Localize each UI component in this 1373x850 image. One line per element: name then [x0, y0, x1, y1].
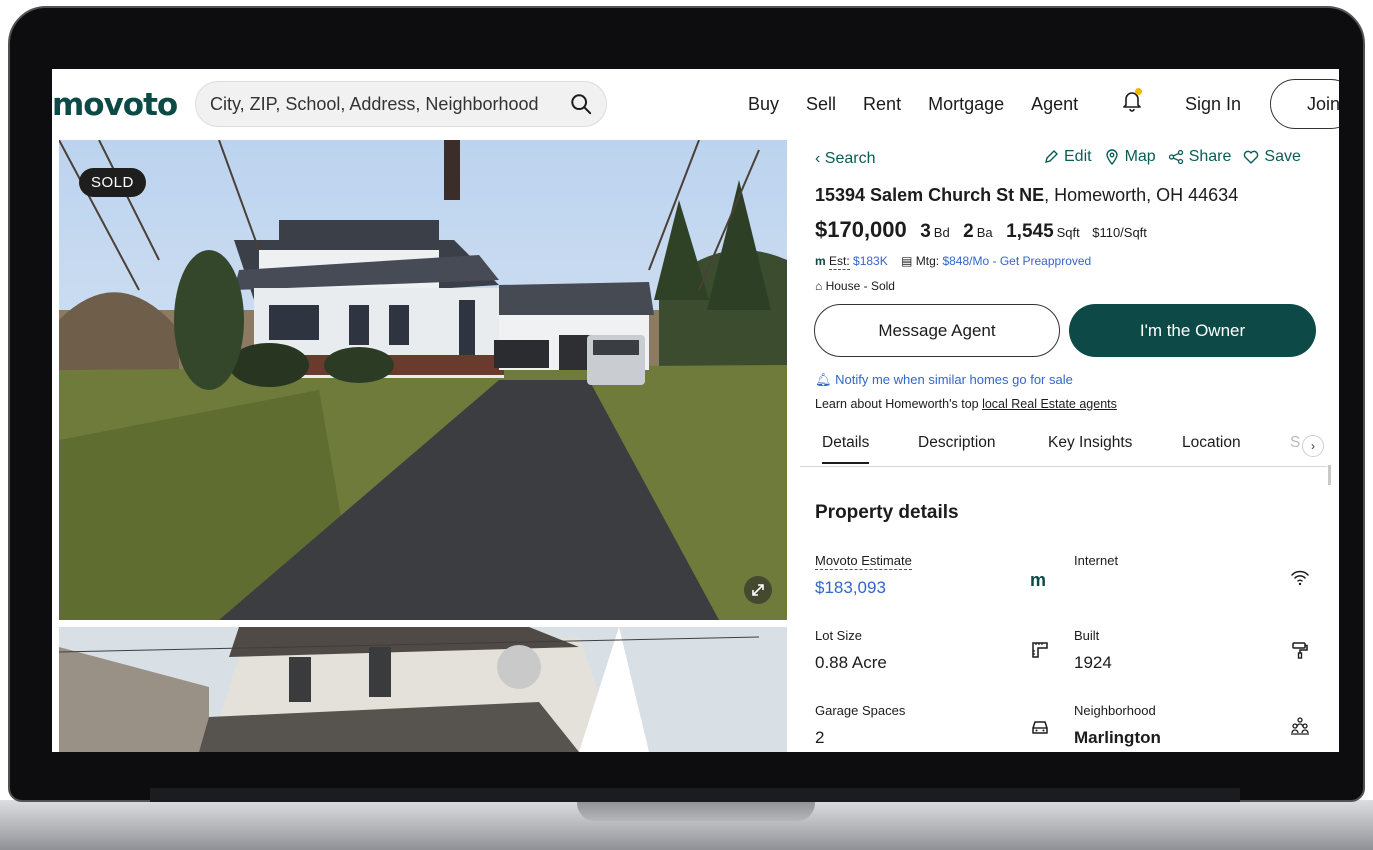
house-icon: ⌂ [815, 279, 823, 293]
movoto-estimate-label[interactable]: Movoto Estimate [815, 553, 912, 570]
main-photo[interactable]: SOLD [59, 140, 787, 620]
mtg-label: Mtg: [915, 254, 940, 268]
movoto-estimate-value: $183,093 [815, 578, 886, 597]
nav-buy[interactable]: Buy [748, 91, 779, 119]
detail-tabs: Details Description Key Insights Locatio… [800, 425, 1327, 467]
search-icon[interactable] [570, 93, 592, 115]
notify-text: Notify me when similar homes go for sale [835, 372, 1073, 387]
nav-sell[interactable]: Sell [806, 91, 836, 119]
join-button[interactable]: Join [1270, 79, 1339, 129]
listing-panel: ‹ Search Edit Map Share Save 15394 Salem… [800, 140, 1339, 752]
save-action[interactable]: Save [1243, 148, 1301, 166]
garage-spaces-value: 2 [815, 728, 825, 747]
heart-icon [1244, 150, 1259, 164]
map-label: Map [1124, 148, 1156, 165]
property-details-title: Property details [815, 502, 959, 523]
beds-unit: Bd [933, 225, 950, 240]
price-per-sqft: $110/Sqft [1092, 225, 1147, 240]
property-status: ⌂ House - Sold [815, 279, 895, 293]
laptop-hinge-notch [577, 800, 815, 821]
lot-size-value: 0.88 Acre [815, 653, 887, 672]
movoto-logo[interactable]: movoto [52, 85, 178, 125]
city-state-zip: , Homeworth, OH 44634 [1044, 185, 1239, 205]
map-action[interactable]: Map [1104, 148, 1156, 166]
movoto-m-icon: m [815, 254, 826, 268]
house-photo-image [59, 140, 787, 620]
search-box[interactable] [195, 81, 607, 127]
car-icon [1032, 721, 1048, 734]
neighborhood-value[interactable]: Marlington [1074, 728, 1161, 748]
house-photo-image-2 [59, 627, 787, 752]
street-address: 15394 Salem Church St NE [815, 185, 1045, 205]
baths-count: 2 [963, 221, 974, 242]
learn-prefix: Learn about Homeworth's top [815, 397, 983, 411]
garage-spaces-label: Garage Spaces [815, 703, 906, 718]
movoto-m-logo-icon: m [1030, 570, 1047, 590]
learn-about-agents: Learn about Homeworth's top local Real E… [815, 397, 1117, 411]
tab-key-insights[interactable]: Key Insights [1048, 434, 1132, 452]
message-agent-button[interactable]: Message Agent [814, 304, 1060, 357]
sqft-unit: Sqft [1056, 225, 1080, 240]
edit-action[interactable]: Edit [1043, 148, 1092, 166]
expand-photo-icon[interactable] [744, 576, 772, 604]
listing-price: $170,000 [815, 217, 907, 242]
lot-size-label: Lot Size [815, 628, 862, 643]
share-action[interactable]: Share [1168, 148, 1232, 166]
back-label: Search [824, 150, 876, 167]
secondary-photo[interactable] [59, 627, 787, 752]
baths-unit: Ba [976, 225, 993, 240]
status-text: House - Sold [825, 279, 895, 293]
nav-rent[interactable]: Rent [863, 91, 901, 119]
ruler-icon [1032, 642, 1048, 658]
chevron-left-icon: ‹ [815, 150, 821, 167]
site-header: movoto Buy Sell Rent Mortgage Agent Sign… [52, 69, 1339, 139]
mtg-value[interactable]: $848/Mo [942, 254, 989, 268]
scrollbar-thumb[interactable] [1328, 465, 1331, 485]
tab-location[interactable]: Location [1182, 434, 1241, 452]
back-to-search-link[interactable]: ‹ Search [815, 150, 875, 168]
community-icon [1291, 717, 1309, 735]
bell-outline-icon: 🔔︎ [815, 372, 832, 387]
calculator-icon: ▤ [901, 254, 913, 268]
share-icon [1168, 149, 1183, 165]
estimate-row: m Est: $183K ▤ Mtg: $848/Mo - Get Preapp… [815, 254, 1091, 270]
sqft-count: 1,545 [1006, 221, 1054, 242]
internet-label: Internet [1074, 553, 1119, 568]
notification-dot [1135, 88, 1142, 95]
nav-mortgage[interactable]: Mortgage [928, 91, 1004, 119]
listing-address: 15394 Salem Church St NE, Homeworth, OH … [815, 185, 1238, 206]
beds-count: 3 [920, 221, 931, 242]
tab-details[interactable]: Details [822, 434, 870, 464]
share-label: Share [1188, 148, 1232, 165]
wifi-icon [1291, 570, 1309, 586]
sign-in-link[interactable]: Sign In [1185, 91, 1241, 117]
laptop-bezel-chin [150, 788, 1240, 802]
sold-badge: SOLD [79, 168, 146, 197]
main-nav: Buy Sell Rent Mortgage Agent [748, 91, 1078, 119]
save-label: Save [1264, 148, 1301, 165]
browser-screen: movoto Buy Sell Rent Mortgage Agent Sign… [52, 69, 1339, 752]
map-pin-icon [1105, 149, 1118, 165]
tab-description[interactable]: Description [918, 434, 996, 452]
built-value: 1924 [1074, 653, 1112, 672]
get-preapproved-link[interactable]: - Get Preapproved [989, 254, 1091, 268]
pencil-icon [1045, 150, 1058, 163]
notify-link[interactable]: 🔔︎ Notify me when similar homes go for s… [815, 372, 1073, 388]
tab-partial[interactable]: S [1290, 434, 1300, 452]
search-input[interactable] [210, 82, 560, 126]
nav-agent[interactable]: Agent [1031, 91, 1078, 119]
built-label: Built [1074, 628, 1100, 643]
paint-roller-icon [1292, 642, 1308, 659]
listing-actions: Edit Map Share Save [1043, 148, 1301, 166]
est-value[interactable]: $183K [853, 254, 888, 268]
est-label: Est: [829, 254, 850, 270]
neighborhood-label: Neighborhood [1074, 703, 1156, 718]
im-the-owner-button[interactable]: I'm the Owner [1069, 304, 1316, 357]
price-row: $170,000 3 Bd 2 Ba 1,545 Sqft $110/Sqft [815, 217, 1147, 243]
local-agents-link[interactable]: local Real Estate agents [982, 397, 1117, 411]
tabs-next-button[interactable]: › [1302, 435, 1324, 457]
edit-label: Edit [1064, 148, 1092, 165]
